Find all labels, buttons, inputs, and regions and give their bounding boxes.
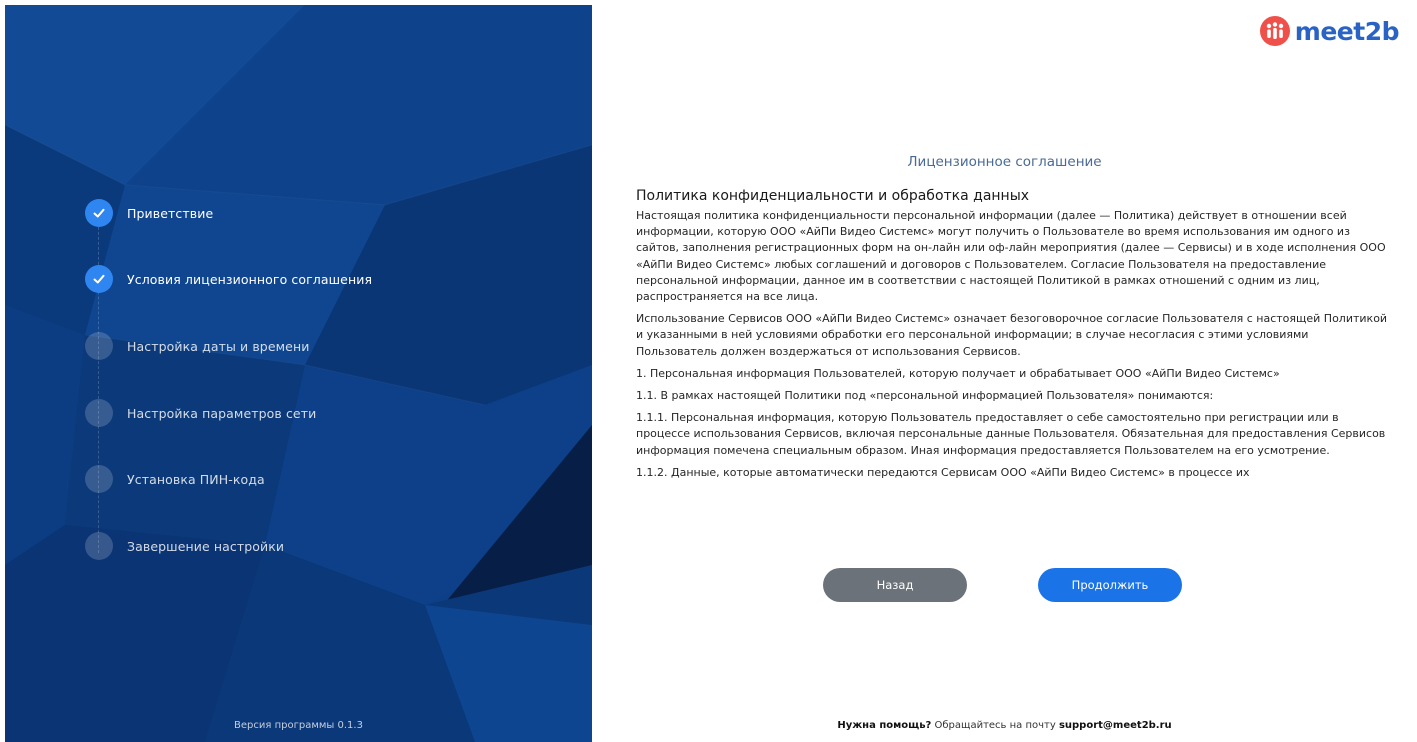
brand-logo: meet2b	[1259, 14, 1400, 48]
step-date-time[interactable]: Настройка даты и времени	[85, 330, 309, 362]
pending-step-icon	[85, 399, 113, 427]
help-text: Обращайтесь на почту	[931, 720, 1059, 731]
brand-name: meet2b	[1294, 16, 1400, 46]
support-email-link[interactable]: support@meet2b.ru	[1059, 720, 1172, 731]
document-paragraph: Использование Сервисов ООО «АйПи Видео С…	[636, 312, 1388, 358]
pending-step-icon	[85, 332, 113, 360]
document-paragraph: 1. Персональная информация Пользователей…	[636, 366, 1280, 380]
check-icon	[85, 199, 113, 227]
step-label: Завершение настройки	[127, 538, 285, 554]
sidebar-background	[5, 5, 592, 742]
pending-step-icon	[85, 465, 113, 493]
main-panel: meet2b Лицензионное соглашение Политика …	[592, 0, 1417, 742]
back-button[interactable]: Назад	[823, 568, 967, 602]
help-footer: Нужна помощь? Обращайтесь на почту suppo…	[592, 720, 1417, 731]
step-network[interactable]: Настройка параметров сети	[85, 397, 316, 429]
step-finish[interactable]: Завершение настройки	[85, 530, 284, 562]
step-license-terms[interactable]: Условия лицензионного соглашения	[85, 263, 372, 295]
pending-step-icon	[85, 532, 113, 560]
license-text-scroll[interactable]: Политика конфиденциальности и обработка …	[636, 188, 1388, 526]
document-paragraph: 1.1. В рамках настоящей Политики под «пе…	[636, 389, 1214, 403]
step-label: Условия лицензионного соглашения	[127, 271, 373, 287]
step-label: Приветствие	[127, 205, 214, 221]
step-pin-code[interactable]: Установка ПИН-кода	[85, 463, 265, 495]
continue-button[interactable]: Продолжить	[1038, 568, 1182, 602]
check-icon	[85, 265, 113, 293]
document-paragraph: Настоящая политика конфиденциальности пе…	[636, 209, 1386, 304]
help-title: Нужна помощь?	[837, 720, 932, 731]
document-title: Политика конфиденциальности и обработка …	[636, 188, 1030, 204]
step-label: Настройка параметров сети	[127, 405, 317, 421]
step-label: Установка ПИН-кода	[127, 471, 265, 487]
document-paragraph: 1.1.1. Персональная информация, которую …	[636, 411, 1386, 457]
meet2b-logo-icon	[1259, 16, 1290, 46]
page-title: Лицензионное соглашение	[907, 154, 1102, 170]
document-paragraph: 1.1.2. Данные, которые автоматически пер…	[636, 465, 1250, 479]
app-version: Версия программы 0.1.3	[234, 720, 363, 731]
setup-sidebar: Приветствие Условия лицензионного соглаш…	[5, 5, 592, 742]
step-welcome[interactable]: Приветствие	[85, 197, 213, 229]
step-label: Настройка даты и времени	[127, 338, 310, 354]
